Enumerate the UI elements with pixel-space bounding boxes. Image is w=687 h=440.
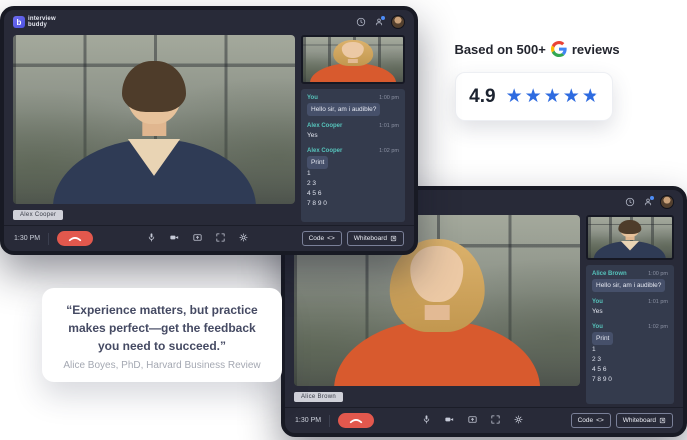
chat-author: You [307,95,318,101]
chat-time: 1:01 pm [379,123,399,129]
rating-card: 4.9 ★★★★★ [455,72,613,121]
present-screen-icon[interactable] [467,412,478,430]
chat-text: Print [592,332,613,345]
chat-text: Hello sir, am i audible? [592,279,665,292]
microphone-icon[interactable] [146,230,157,248]
star-icon: ★ [506,87,523,106]
participant-name-badge: Alice Brown [294,392,343,402]
main-video-interviewer [13,35,295,204]
interviewer-thumb-figure [594,219,666,258]
star-icon: ★ [525,87,542,106]
chat-message: Alex Cooper 1:02 pm Print 1 2 3 4 5 6 7 8… [307,148,399,208]
interviewer-video-figure [52,55,255,204]
whiteboard-expand-icon [659,417,666,424]
chat-message: You 1:00 pm Hello sir, am i audible? [307,95,399,116]
chat-panel[interactable]: You 1:00 pm Hello sir, am i audible? Alex… [301,89,405,222]
rating-headline: Based on 500+ reviews [451,41,623,57]
whiteboard-button[interactable]: Whiteboard [347,231,404,246]
chat-code-lines: 1 2 3 4 5 6 7 8 9 0 [592,345,668,384]
settings-gear-icon[interactable] [513,412,524,430]
chat-panel[interactable]: Alice Brown 1:00 pm Hello sir, am i audib… [586,265,674,404]
testimonial-author: Alice Boyes, PhD, Harvard Business Revie… [57,360,267,371]
star-icon-partial: ★ [582,87,599,106]
star-icon: ★ [563,87,580,106]
whiteboard-button[interactable]: Whiteboard [616,413,673,428]
testimonial-text: “Experience matters, but practice makes … [57,301,267,355]
window1-header: b interviewbuddy [4,10,414,34]
avatar[interactable] [660,195,674,209]
chat-code-lines: 1 2 3 4 5 6 7 8 9 0 [307,169,399,208]
fullscreen-icon[interactable] [490,412,501,430]
camera-icon[interactable] [444,412,455,430]
participants-icon[interactable] [373,17,384,28]
code-brackets-icon: <> [596,417,604,424]
chat-time: 1:02 pm [648,324,668,330]
participant-name-badge: Alex Cooper [13,210,63,220]
rating-score: 4.9 [469,86,495,108]
fullscreen-icon[interactable] [215,230,226,248]
notification-dot [381,16,385,20]
clock-icon[interactable] [624,197,635,208]
rating-headline-suffix: reviews [572,42,620,57]
google-g-icon [551,41,567,57]
landing-composition: Alice Brown Alice Brown 1:00 pm Hello sir… [0,0,687,440]
chat-text: Yes [307,131,399,140]
microphone-icon[interactable] [421,412,432,430]
candidate-call-window: b interviewbuddy [0,6,418,255]
chat-message: Alice Brown 1:00 pm Hello sir, am i audib… [592,271,668,292]
chat-author: Alex Cooper [307,123,342,129]
call-time: 1:30 PM [295,417,321,424]
star-rating: ★★★★★ [506,87,599,106]
participants-icon[interactable] [642,197,653,208]
chat-author: Alex Cooper [307,148,342,154]
divider [329,415,330,427]
call-toolbar: 1:30 PM Code<> Whiteboard [4,225,414,251]
candidate-thumb-figure [310,39,396,82]
code-brackets-icon: <> [327,235,335,242]
chat-author: Alice Brown [592,271,627,277]
chat-time: 1:00 pm [648,271,668,277]
chat-message: Alex Cooper 1:01 pm Yes [307,123,399,140]
logo-mark-icon: b [13,16,25,28]
call-time: 1:30 PM [14,235,40,242]
code-button[interactable]: Code<> [571,413,611,428]
divider [48,233,49,245]
chat-text: Hello sir, am i audible? [307,103,380,116]
call-toolbar: 1:30 PM Code<> Whiteboard [285,407,683,433]
star-icon: ★ [544,87,561,106]
chat-text: Print [307,156,328,169]
interview-buddy-logo[interactable]: b interviewbuddy [13,16,56,29]
self-view-thumbnail[interactable] [586,215,674,260]
clock-icon[interactable] [355,17,366,28]
chat-message: You 1:02 pm Print 1 2 3 4 5 6 7 8 9 0 [592,324,668,384]
hangup-button[interactable] [338,413,374,428]
present-screen-icon[interactable] [192,230,203,248]
testimonial-card: “Experience matters, but practice makes … [42,288,282,382]
whiteboard-expand-icon [390,235,397,242]
chat-time: 1:00 pm [379,95,399,101]
chat-message: You 1:01 pm Yes [592,299,668,316]
avatar[interactable] [391,15,405,29]
code-button[interactable]: Code<> [302,231,342,246]
chat-time: 1:01 pm [648,299,668,305]
chat-text: Yes [592,307,668,316]
chat-author: You [592,324,603,330]
self-view-thumbnail[interactable] [301,35,405,84]
camera-icon[interactable] [169,230,180,248]
chat-time: 1:02 pm [379,148,399,154]
chat-author: You [592,299,603,305]
notification-dot [650,196,654,200]
office-background [13,35,295,204]
settings-gear-icon[interactable] [238,230,249,248]
rating-headline-prefix: Based on 500+ [454,42,545,57]
hangup-button[interactable] [57,231,93,246]
candidate-video-figure [334,236,540,386]
